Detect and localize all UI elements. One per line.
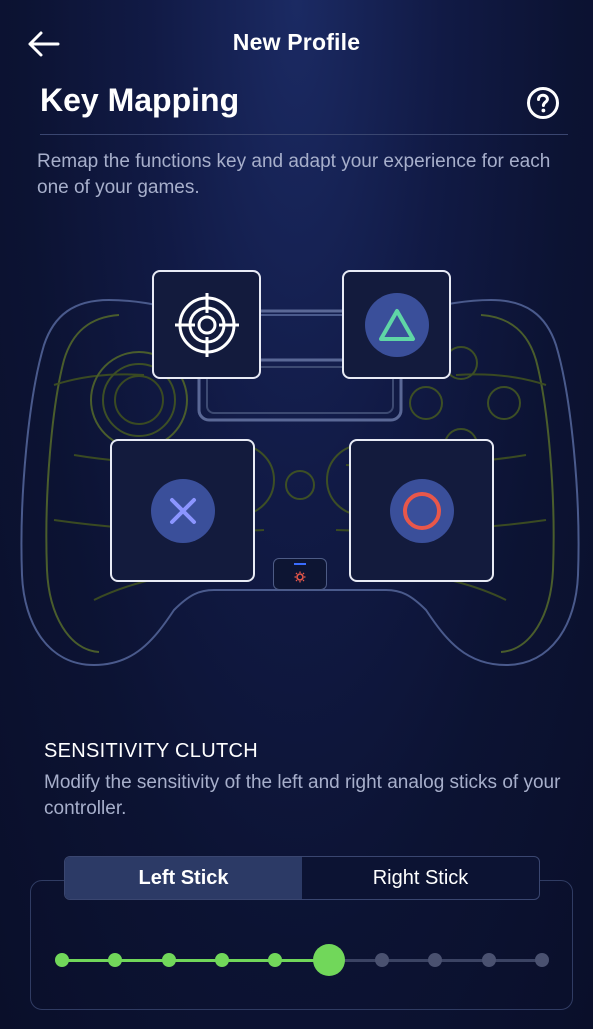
tab-right-stick[interactable]: Right Stick bbox=[302, 857, 539, 899]
header-title: New Profile bbox=[232, 29, 361, 55]
controller-home-button bbox=[273, 558, 327, 590]
header: New Profile bbox=[0, 0, 593, 90]
slider-step[interactable] bbox=[161, 953, 176, 967]
question-circle-icon bbox=[527, 87, 559, 119]
tab-left-stick[interactable]: Left Stick bbox=[65, 857, 302, 899]
triangle-key-slot[interactable] bbox=[342, 270, 451, 379]
slider-step[interactable] bbox=[535, 953, 549, 967]
gear-icon bbox=[294, 571, 306, 583]
sensitivity-title: SENSITIVITY CLUTCH bbox=[44, 740, 258, 762]
cross-icon bbox=[169, 497, 196, 524]
stick-tabs: Left Stick Right Stick bbox=[64, 856, 540, 900]
slider-thumb[interactable] bbox=[312, 944, 345, 976]
app-screen: New Profile Key Mapping Remap the functi… bbox=[0, 0, 593, 1029]
slider-step[interactable] bbox=[428, 953, 443, 967]
title-divider bbox=[40, 134, 568, 135]
page-title: Key Mapping bbox=[40, 82, 240, 118]
controller-illustration bbox=[20, 298, 580, 667]
slider-fill bbox=[62, 959, 329, 962]
triangle-icon bbox=[378, 308, 415, 341]
cross-key-slot[interactable] bbox=[110, 439, 255, 582]
slider-step[interactable] bbox=[268, 953, 283, 967]
indicator-bar bbox=[294, 563, 306, 565]
circle-key-slot[interactable] bbox=[349, 439, 494, 582]
page-subtitle: Remap the functions key and adapt your e… bbox=[37, 151, 551, 198]
cross-button-graphic bbox=[150, 478, 215, 543]
circle-icon bbox=[402, 491, 441, 530]
slider-step[interactable] bbox=[481, 953, 496, 967]
circle-button-graphic bbox=[389, 478, 454, 543]
help-button[interactable] bbox=[526, 86, 560, 120]
slider-step[interactable] bbox=[108, 953, 123, 967]
sensitivity-description: Modify the sensitivity of the left and r… bbox=[44, 772, 561, 819]
slider-step[interactable] bbox=[375, 953, 389, 967]
crosshair-icon bbox=[175, 293, 239, 357]
slider-step[interactable] bbox=[215, 953, 229, 967]
crosshair-key-slot[interactable] bbox=[152, 270, 261, 379]
triangle-button-graphic bbox=[364, 292, 429, 357]
slider-step[interactable] bbox=[55, 953, 69, 967]
sensitivity-slider[interactable] bbox=[55, 942, 549, 978]
